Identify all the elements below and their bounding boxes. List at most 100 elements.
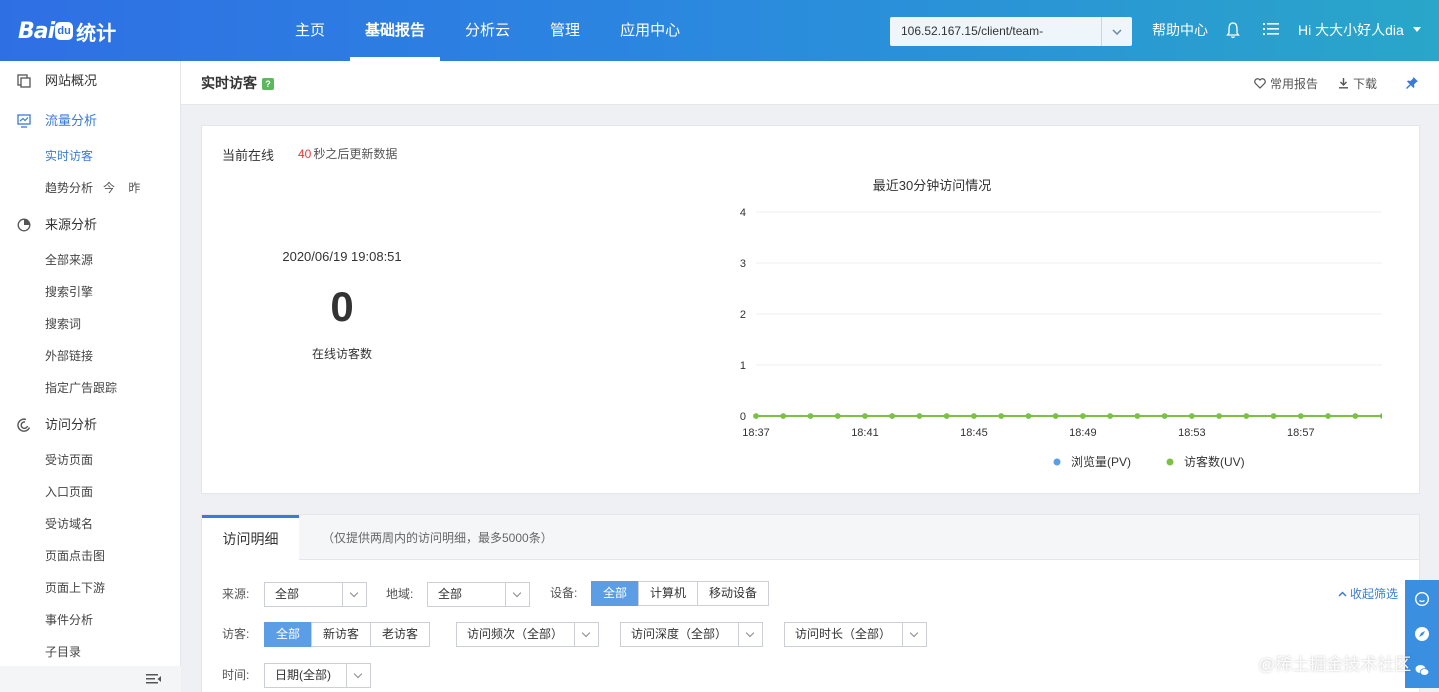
- traffic-icon: [17, 114, 31, 128]
- visitor-option-new[interactable]: 新访客: [311, 622, 372, 647]
- sidebar-group-traffic-analysis[interactable]: 流量分析: [0, 105, 181, 137]
- x-tick-label: 18:57: [1287, 427, 1315, 439]
- time-filter-select[interactable]: 日期(全部): [264, 663, 371, 688]
- chevron-down-icon: [346, 664, 370, 687]
- sidebar-item-search-terms[interactable]: 搜索词: [0, 309, 181, 339]
- wechat-icon[interactable]: [1414, 662, 1430, 678]
- sidebar-item-label: 子目录: [45, 645, 82, 659]
- favorite-report-button[interactable]: 常用报告: [1254, 75, 1318, 92]
- sidebar-item-label: 全部来源: [45, 253, 94, 267]
- sidebar-group-visit-analysis[interactable]: 访问分析: [0, 409, 181, 441]
- feedback-icon[interactable]: [1414, 591, 1430, 607]
- current-timestamp: 2020/06/19 19:08:51: [282, 249, 402, 264]
- help-question-icon[interactable]: ?: [262, 78, 274, 90]
- nav-home[interactable]: 主页: [280, 0, 340, 61]
- sidebar-item-search-engines[interactable]: 搜索引擎: [0, 277, 181, 307]
- logo-paw: du: [55, 22, 74, 40]
- data-point-uv: [1270, 413, 1277, 419]
- y-tick-label: 2: [740, 309, 746, 321]
- overview-icon: [17, 74, 31, 88]
- sidebar-footer: [0, 666, 181, 692]
- visitor-option-returning[interactable]: 老访客: [370, 622, 431, 647]
- site-selector[interactable]: 106.52.167.15/client/team-: [890, 17, 1132, 46]
- nav-analysis-cloud[interactable]: 分析云: [450, 0, 525, 61]
- device-option-mobile[interactable]: 移动设备: [697, 581, 770, 606]
- collapse-filter-button[interactable]: 收起筛选: [1338, 585, 1398, 602]
- pin-button[interactable]: [1405, 76, 1423, 90]
- device-option-computer[interactable]: 计算机: [638, 581, 699, 606]
- bell-icon[interactable]: [1226, 22, 1242, 40]
- refresh-countdown: 40 秒之后更新数据: [298, 145, 397, 162]
- chart-title: 最近30分钟访问情况: [872, 178, 992, 193]
- sidebar-item-label: 页面点击图: [45, 549, 106, 563]
- sidebar-group-label: 流量分析: [45, 113, 98, 128]
- help-center-link[interactable]: 帮助中心: [1152, 0, 1208, 61]
- sidebar-item-click-map[interactable]: 页面点击图: [0, 541, 181, 571]
- sidebar-item-realtime-visitors[interactable]: 实时访客: [0, 141, 181, 171]
- sidebar-group-site-overview[interactable]: 网站概况: [0, 65, 181, 97]
- favorite-report-label: 常用报告: [1269, 76, 1318, 91]
- x-tick-label: 18:37: [742, 427, 770, 439]
- source-filter-value: 全部: [275, 587, 300, 601]
- visit-depth-select[interactable]: 访问深度（全部）: [620, 622, 763, 647]
- y-tick-label: 3: [740, 258, 746, 270]
- collapse-filter-label: 收起筛选: [1350, 587, 1399, 601]
- tab-visit-details[interactable]: 访问明细: [202, 515, 299, 561]
- sidebar-item-all-sources[interactable]: 全部来源: [0, 245, 181, 275]
- countdown-text: 秒之后更新数据: [313, 147, 398, 161]
- collapse-sidebar-icon[interactable]: [146, 672, 162, 686]
- sidebar-item-trend-analysis[interactable]: 趋势分析今 昨: [0, 173, 181, 203]
- nav-manage[interactable]: 管理: [535, 0, 595, 61]
- nav-app-center[interactable]: 应用中心: [605, 0, 695, 61]
- user-menu[interactable]: Hi 大大小好人dia: [1298, 0, 1421, 61]
- sidebar-item-label: 外部链接: [45, 349, 94, 363]
- data-point-uv: [1325, 413, 1331, 419]
- sidebar-item-external-links[interactable]: 外部链接: [0, 341, 181, 371]
- legend-label: 浏览量(PV): [1071, 454, 1131, 469]
- baidu-tongji-logo[interactable]: Bai du 统计: [18, 14, 116, 48]
- chevron-down-icon[interactable]: [1101, 17, 1132, 46]
- visitor-option-all[interactable]: 全部: [264, 622, 313, 647]
- online-visitor-count-label: 在线访客数: [311, 347, 372, 361]
- sidebar-item-visited-domains[interactable]: 受访域名: [0, 509, 181, 539]
- visit-duration-value: 访问时长（全部）: [795, 627, 892, 641]
- logo-text-bai: Bai: [18, 18, 55, 44]
- legend-marker: [1166, 458, 1174, 466]
- sidebar-group-label: 来源分析: [45, 217, 98, 232]
- chevron-down-icon: [505, 583, 529, 606]
- sidebar-item-label: 入口页面: [45, 485, 94, 499]
- sidebar-item-entry-pages[interactable]: 入口页面: [0, 477, 181, 507]
- heart-icon: [1254, 77, 1266, 89]
- page-header: 实时访客? 常用报告 下载: [181, 61, 1439, 105]
- chevron-down-icon: [738, 623, 762, 646]
- visit-icon: [17, 418, 31, 432]
- region-filter-select[interactable]: 全部: [427, 582, 530, 607]
- sidebar-item-page-flow[interactable]: 页面上下游: [0, 573, 181, 603]
- visit-duration-select[interactable]: 访问时长（全部）: [784, 622, 927, 647]
- logo-text-tongji: 统计: [76, 22, 117, 45]
- source-filter-select[interactable]: 全部: [264, 582, 367, 607]
- legend-label: 访客数(UV): [1184, 454, 1245, 469]
- compass-icon[interactable]: [1414, 626, 1430, 642]
- nav-basic-reports[interactable]: 基础报告: [350, 0, 441, 61]
- y-tick-label: 0: [740, 411, 746, 423]
- sidebar-item-subdirectory[interactable]: 子目录: [0, 637, 181, 667]
- sidebar-item-event-analysis[interactable]: 事件分析: [0, 605, 181, 635]
- today-yesterday-links[interactable]: 今 昨: [103, 181, 140, 195]
- download-button[interactable]: 下载: [1338, 75, 1377, 92]
- watermark: @稀土掘金技术社区: [1258, 655, 1412, 674]
- sidebar-item-ad-tracking[interactable]: 指定广告跟踪: [0, 373, 181, 403]
- visit-frequency-select[interactable]: 访问频次（全部）: [456, 622, 599, 647]
- x-tick-label: 18:41: [851, 427, 879, 439]
- device-option-all[interactable]: 全部: [591, 581, 640, 606]
- sidebar-item-label: 实时访客: [45, 149, 94, 163]
- sidebar-group-source-analysis[interactable]: 来源分析: [0, 209, 181, 241]
- data-point-uv: [1189, 413, 1195, 419]
- countdown-seconds: 40: [298, 147, 312, 161]
- visit-depth-value: 访问深度（全部）: [631, 627, 728, 641]
- data-point-uv: [753, 413, 759, 419]
- list-menu-icon[interactable]: [1263, 22, 1279, 38]
- data-point-uv: [1107, 413, 1113, 419]
- data-point-uv: [889, 413, 896, 419]
- sidebar-item-visited-pages[interactable]: 受访页面: [0, 445, 181, 475]
